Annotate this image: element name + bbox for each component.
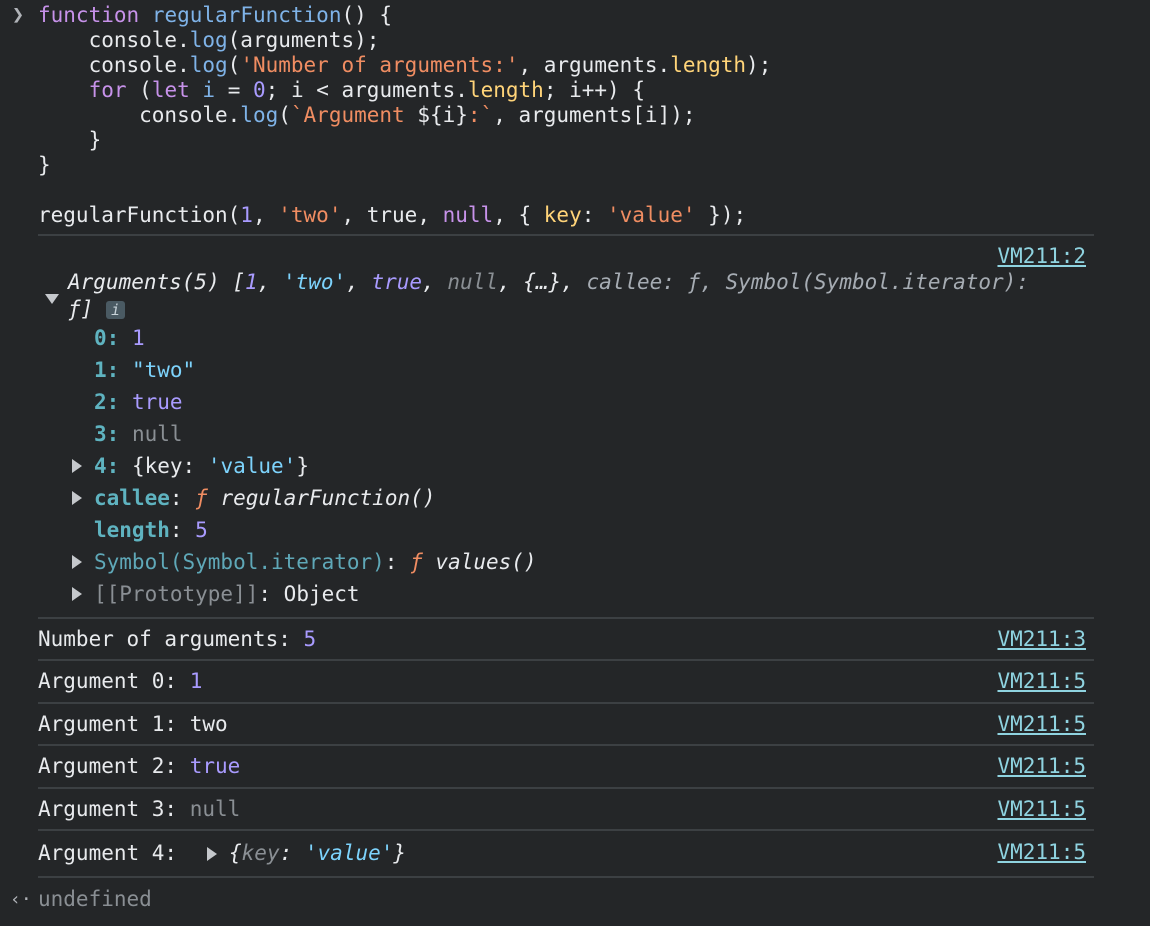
arg-entry-length: length: 5 xyxy=(94,518,208,542)
separator xyxy=(38,876,1094,878)
code-line-1: function regularFunction() { xyxy=(38,3,393,27)
separator xyxy=(38,702,1094,704)
log-row-argument-2: Argument 2: true xyxy=(38,754,241,778)
return-arrow-icon: ‹· xyxy=(10,889,32,910)
code-line-9: regularFunction(1, 'two', true, null, { … xyxy=(38,203,747,227)
source-link[interactable]: VM211:5 xyxy=(997,669,1086,694)
arg-entry-4[interactable]: 4: {key: 'value'} xyxy=(94,454,309,479)
expand-triangle-icon[interactable] xyxy=(72,491,82,505)
source-link[interactable]: VM211:3 xyxy=(997,627,1086,652)
source-link[interactable]: VM211:2 xyxy=(997,244,1086,269)
argument-4-object[interactable]: {key: 'value'} xyxy=(229,841,406,866)
code-line-3: console.log('Number of arguments:', argu… xyxy=(38,53,772,77)
log-row-number-of-arguments: Number of arguments: 5 xyxy=(38,627,317,651)
log-row-argument-3: Argument 3: null xyxy=(38,797,241,821)
log-row-argument-4: Argument 4: xyxy=(38,841,190,865)
source-link[interactable]: VM211:5 xyxy=(997,840,1086,865)
source-link[interactable]: VM211:5 xyxy=(997,712,1086,737)
arg-entry-2: 2: true xyxy=(94,390,183,414)
source-link[interactable]: VM211:5 xyxy=(997,797,1086,822)
arg-entry-1: 1: "two" xyxy=(94,358,196,382)
separator xyxy=(38,617,1094,619)
code-line-4: for (let i = 0; i < arguments.length; i+… xyxy=(88,78,645,102)
expand-triangle-icon[interactable] xyxy=(72,587,82,601)
arg-entry-3: 3: null xyxy=(94,422,183,446)
separator xyxy=(38,234,1094,236)
collapse-triangle-icon[interactable] xyxy=(45,294,59,304)
result-value: undefined xyxy=(38,887,152,911)
code-line-7: } xyxy=(38,153,51,177)
code-line-5: console.log(`Argument ${i}:`, arguments[… xyxy=(38,103,696,127)
arguments-summary-wrap: ƒ] i xyxy=(68,297,125,322)
prompt-chevron-icon: ❯ xyxy=(12,2,25,26)
log-row-argument-1: Argument 1: two xyxy=(38,712,228,736)
code-line-6: } xyxy=(38,128,102,152)
info-badge-icon[interactable]: i xyxy=(105,301,125,319)
arg-entry-callee[interactable]: callee: ƒ regularFunction() xyxy=(94,486,435,511)
expand-triangle-icon[interactable] xyxy=(72,555,82,569)
separator xyxy=(38,829,1094,831)
arg-entry-prototype[interactable]: [[Prototype]]: Object xyxy=(94,582,360,607)
log-row-argument-0: Argument 0: 1 xyxy=(38,669,203,693)
separator xyxy=(38,787,1094,789)
code-line-2: console.log(arguments); xyxy=(38,28,380,52)
expand-triangle-icon[interactable] xyxy=(72,459,82,473)
arguments-summary[interactable]: Arguments(5) [1, 'two', true, null, {…},… xyxy=(68,270,1029,295)
arg-entry-symbol[interactable]: Symbol(Symbol.iterator): ƒ values() xyxy=(94,550,537,575)
arg-entry-0: 0: 1 xyxy=(94,326,145,350)
separator xyxy=(38,744,1094,746)
expand-triangle-icon[interactable] xyxy=(207,847,217,861)
source-link[interactable]: VM211:5 xyxy=(997,754,1086,779)
separator xyxy=(38,659,1094,661)
